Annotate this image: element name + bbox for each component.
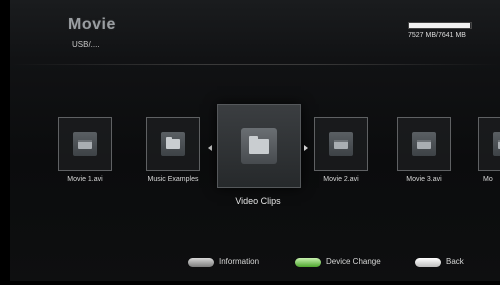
selected-item-label: Video Clips — [235, 196, 281, 206]
header: Movie USB/.... 7527 MB/7641 MB — [10, 0, 500, 60]
back-label: Back — [446, 257, 464, 266]
movie-icon — [329, 132, 353, 156]
file-item-label: Movie 1.avi — [67, 176, 103, 183]
folder-item-music-examples[interactable] — [146, 117, 200, 171]
scroll-left-arrow-icon[interactable] — [208, 145, 212, 151]
device-change-label: Device Change — [326, 257, 381, 266]
movie-icon — [73, 132, 97, 156]
folder-icon — [161, 132, 185, 156]
file-item-label: Music Examples — [147, 176, 199, 183]
file-item-partial[interactable] — [478, 117, 500, 171]
folder-item-video-clips-selected[interactable] — [217, 104, 301, 188]
file-item-label: Mo — [483, 176, 493, 183]
back-remote-button-icon — [415, 258, 441, 267]
folder-icon — [241, 128, 277, 164]
storage-usage-fill — [409, 23, 471, 28]
current-path: USB/.... — [72, 40, 100, 49]
scroll-right-arrow-icon[interactable] — [304, 145, 308, 151]
storage-usage-bar — [408, 22, 472, 29]
file-item-label: Movie 2.avi — [323, 176, 359, 183]
green-remote-button-icon — [295, 258, 321, 267]
grey-remote-button-icon — [188, 258, 214, 267]
movie-icon — [493, 132, 500, 156]
movie-icon — [412, 132, 436, 156]
header-divider — [10, 64, 500, 65]
file-item-movie-1[interactable] — [58, 117, 112, 171]
file-item-movie-3[interactable] — [397, 117, 451, 171]
page-title: Movie — [68, 16, 116, 33]
storage-usage-text: 7527 MB/7641 MB — [408, 32, 466, 39]
movie-browser-screen: Movie USB/.... 7527 MB/7641 MB Movie 1.a… — [10, 0, 500, 285]
file-item-label: Movie 3.avi — [406, 176, 442, 183]
file-item-movie-2[interactable] — [314, 117, 368, 171]
screen-bottom-border — [0, 281, 500, 285]
information-label: Information — [219, 257, 260, 266]
